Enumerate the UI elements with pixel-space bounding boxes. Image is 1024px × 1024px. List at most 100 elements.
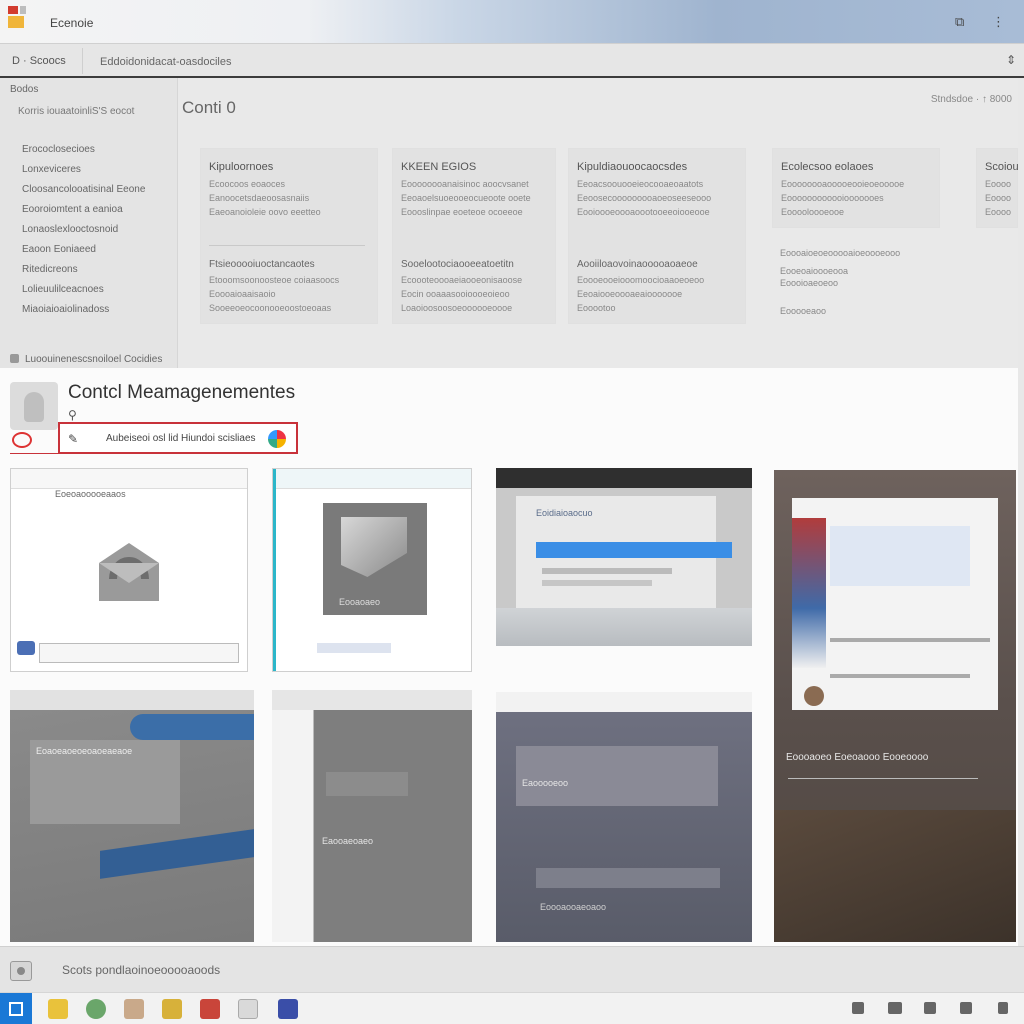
menu-icon[interactable]: ⋮	[992, 14, 1005, 30]
apps-icon[interactable]	[268, 430, 286, 448]
thumbnail[interactable]: Eoaoeaoeoeoaoeaeaoe	[10, 690, 254, 942]
breadcrumb-path[interactable]: Eddoidonidacat-oasdociles	[100, 56, 231, 68]
user-icon	[17, 641, 35, 655]
thumbnail-label: Eaooooeoo	[522, 778, 569, 788]
info-card-partial[interactable]: Scoiou Eoooo Eoooo Eoooo	[976, 148, 1019, 228]
thumbnail[interactable]: Eoidiaioaocuo	[496, 468, 752, 646]
taskbar-app-icon[interactable]	[278, 999, 298, 1019]
sidebar-item[interactable]: Cloosancolooatisinal Eeone	[22, 184, 145, 195]
sidebar-header: Bodos	[10, 84, 39, 95]
sidebar-item[interactable]: Lonaoslexlooctosnoid	[22, 224, 118, 235]
card-line: Eeoacsoouooeieocooaeoaatots	[577, 179, 704, 189]
thumbnail-input	[39, 643, 239, 663]
divider	[82, 48, 83, 74]
card-line: Eeoosecooooooooaoeoseeseooo	[577, 193, 712, 203]
thumbnail-label: Eaooaeoaeo	[322, 836, 374, 846]
taskbar-app-icon[interactable]	[48, 999, 68, 1019]
sidebar-subheader: Korris iouaatoinliS'S eocot	[18, 106, 135, 117]
taskbar-app-icon[interactable]	[238, 999, 258, 1019]
info-card[interactable]: Kipuloornoes Ecoocoos eoaoces Eanoocetsd…	[200, 148, 378, 324]
taskbar-app-icon[interactable]	[124, 999, 144, 1019]
windows-icon	[9, 1002, 23, 1016]
thumbnail-label: Eoooaoeo Eoeoaooo Eooeoooo	[786, 752, 929, 763]
taskbar	[0, 992, 1024, 1024]
side-list-item[interactable]: Eoooaioeoeooooaioeoooeooo	[780, 248, 900, 258]
thumbnail-label: Eoidiaioaocuo	[536, 508, 593, 518]
card-line: Eoooo	[985, 193, 1012, 203]
thumbnail-window	[792, 498, 998, 710]
thumbnail[interactable]: Eaooaeoaeo	[272, 690, 472, 942]
card-line: Eooioooeoooaoootooeeoiooeooe	[577, 207, 710, 217]
sidebar-item[interactable]: Lonxeviceres	[22, 164, 81, 175]
side-list-item[interactable]: Eooooeaoo	[780, 306, 900, 316]
mail-icon	[99, 543, 159, 601]
tray-icon[interactable]	[888, 1002, 902, 1014]
selected-row	[536, 542, 732, 558]
card-line: Eooootoo	[577, 303, 616, 313]
thumbnail-caption: Eoooaooaeoaoo	[540, 902, 607, 912]
tray-icon[interactable]	[960, 1002, 972, 1014]
sidebar-item[interactable]: Miaoiaioaiolinadoss	[22, 304, 109, 315]
page-meta: Stndsdoe · ↑ 8000	[930, 94, 1012, 105]
sidebar: Bodos Korris iouaatoinliS'S eocot Erococ…	[0, 78, 178, 368]
logo-icon	[12, 432, 32, 448]
taskbar-app-icon[interactable]	[162, 999, 182, 1019]
preview-image: Eooaoaeo	[323, 503, 427, 615]
tray-icon[interactable]	[852, 1002, 864, 1014]
sidebar-item[interactable]: Ritedicreons	[22, 264, 78, 275]
taskbar-app-icon[interactable]	[200, 999, 220, 1019]
title-bar: Ecenoie ⧉ ⋮	[0, 0, 1024, 44]
card-title: Ecolecsoo eolaoes	[781, 161, 874, 173]
status-text: Scots pondlaoinoeooooaoods	[62, 963, 221, 977]
thumbnail[interactable]: Eooaoaeo	[272, 468, 472, 672]
avatar[interactable]	[10, 382, 58, 430]
sidebar-item[interactable]: Eaoon Eoniaeed	[22, 244, 96, 255]
info-card[interactable]: Ecolecsoo eolaoes Eoooooooaooooeooieoeoo…	[772, 148, 940, 228]
card-line: Ecoooteoooaeiaooeonisaoose	[401, 275, 523, 285]
landscape-image	[774, 810, 1016, 942]
status-bar: Scots pondlaoinoeooooaoods	[0, 946, 1024, 992]
scroll-icon[interactable]: ⇕	[1006, 53, 1016, 67]
card-line: Loaoioosoosoeoooooeoooe	[401, 303, 513, 313]
contact-manager-panel: Contcl Meamagenementes ⚲ ✎ Aubeiseoi osl…	[0, 368, 1018, 946]
card-subtitle: Aooiiloaovoinaooooaoaeoe	[577, 259, 698, 270]
record-icon[interactable]	[10, 961, 32, 981]
sidebar-item[interactable]: Erococlosecioes	[22, 144, 95, 155]
divider	[10, 453, 60, 454]
breadcrumb-root[interactable]: D · Scoocs	[12, 55, 66, 67]
panel-title: Contcl Meamagenementes	[68, 382, 296, 403]
side-list: Eoooaioeoeooooaioeoooeooo Eooeoaioooeooa…	[780, 248, 900, 316]
preview-caption: Eooaoaeo	[339, 597, 381, 607]
card-line: Eoooslinpae eoeteoe ocoeeoe	[401, 207, 523, 217]
search-input[interactable]: ✎ Aubeiseoi osl lid Hiundoi scisliaes	[58, 422, 298, 454]
info-card[interactable]: KKEEN EGIOS Eoooooooanaisinoc aoocvsanet…	[392, 148, 556, 324]
thumbnail-window: Eoidiaioaocuo	[516, 496, 732, 608]
avatar	[804, 686, 824, 706]
search-icon[interactable]: ⚲	[68, 408, 77, 422]
search-text: Aubeiseoi osl lid Hiundoi scisliaes	[106, 433, 256, 444]
side-list-item[interactable]: Eooeoaioooeooa	[780, 266, 900, 276]
sidebar-footer[interactable]: Luoouinenescsnoiloel Cocidies	[10, 354, 162, 365]
page-title: Conti 0	[182, 98, 236, 117]
card-line: Eeoaoelsuoeooeocueoote ooete	[401, 193, 531, 203]
info-card[interactable]: Kipuldiaouoocaocsdes Eeoacsoouooeieocooa…	[568, 148, 746, 324]
start-button[interactable]	[0, 993, 32, 1024]
card-line: Eooooloooeooe	[781, 207, 845, 217]
thumbnail[interactable]: Eaooooeoo Eoooaooaeoaoo	[496, 692, 752, 942]
taskbar-app-icon[interactable]	[86, 999, 106, 1019]
sidebar-footer-label: Luoouinenescsnoiloel Cocidies	[25, 354, 163, 365]
card-divider	[209, 245, 365, 246]
restore-icon[interactable]: ⧉	[955, 14, 964, 30]
address-bar: D · Scoocs Eddoidonidacat-oasdociles ⇕	[0, 44, 1024, 78]
card-title: Kipuloornoes	[209, 161, 274, 173]
sidebar-item[interactable]: Lolieuulilceacnoes	[22, 284, 104, 295]
thumbnail[interactable]: Eoeoaooooeaaos	[10, 468, 248, 672]
thumbnail-field	[317, 643, 391, 653]
tray-icon[interactable]	[998, 1002, 1008, 1014]
window-title: Ecenoie	[50, 16, 94, 30]
side-list-item[interactable]: Eoooioaeoeoo	[780, 278, 900, 288]
sidebar-item[interactable]: Eooroiomtent a eanioa	[22, 204, 123, 215]
card-line: Eoooo	[985, 179, 1012, 189]
thumbnail[interactable]: Eoooaoeo Eoeoaooo Eooeoooo	[774, 470, 1016, 942]
tray-icon[interactable]	[924, 1002, 936, 1014]
